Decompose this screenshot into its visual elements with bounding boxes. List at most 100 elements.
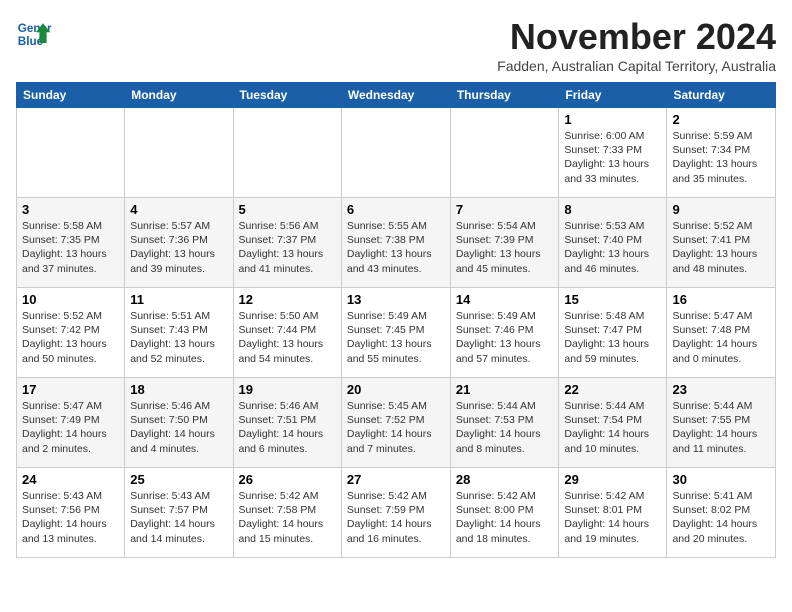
calendar-cell: 28 Sunrise: 5:42 AM Sunset: 8:00 PM Dayli… [450, 468, 559, 558]
calendar-cell: 4Sunrise: 5:57 AM Sunset: 7:36 PM Daylig… [125, 198, 233, 288]
calendar-cell: 9Sunrise: 5:52 AM Sunset: 7:41 PM Daylig… [667, 198, 776, 288]
day-number: 4 [130, 202, 227, 217]
day-info: Sunrise: 5:50 AM Sunset: 7:44 PM Dayligh… [239, 309, 336, 366]
calendar-cell: 18 Sunrise: 5:46 AM Sunset: 7:50 PM Dayli… [125, 378, 233, 468]
day-info: Sunrise: 5:47 AM Sunset: 7:49 PM Dayligh… [22, 399, 119, 456]
day-info: Sunrise: 5:42 AM Sunset: 7:58 PM Dayligh… [239, 489, 336, 546]
calendar-cell: 29 Sunrise: 5:42 AM Sunset: 8:01 PM Dayli… [559, 468, 667, 558]
day-info: Sunrise: 5:42 AM Sunset: 8:01 PM Dayligh… [564, 489, 661, 546]
column-header-wednesday: Wednesday [341, 83, 450, 108]
day-number: 30 [672, 472, 770, 487]
calendar-cell: 7Sunrise: 5:54 AM Sunset: 7:39 PM Daylig… [450, 198, 559, 288]
day-number: 24 [22, 472, 119, 487]
calendar-cell: 3 Sunrise: 5:58 AM Sunset: 7:35 PM Daylig… [17, 198, 125, 288]
day-info: Sunrise: 5:55 AM Sunset: 7:38 PM Dayligh… [347, 219, 445, 276]
day-info: Sunrise: 5:49 AM Sunset: 7:46 PM Dayligh… [456, 309, 554, 366]
day-number: 28 [456, 472, 554, 487]
day-info: Sunrise: 5:48 AM Sunset: 7:47 PM Dayligh… [564, 309, 661, 366]
day-number: 16 [672, 292, 770, 307]
day-info: Sunrise: 5:52 AM Sunset: 7:42 PM Dayligh… [22, 309, 119, 366]
day-info: Sunrise: 5:46 AM Sunset: 7:50 PM Dayligh… [130, 399, 227, 456]
calendar-cell [125, 108, 233, 198]
calendar-cell: 1 Sunrise: 6:00 AM Sunset: 7:33 PM Daylig… [559, 108, 667, 198]
day-number: 11 [130, 292, 227, 307]
day-number: 3 [22, 202, 119, 217]
day-number: 17 [22, 382, 119, 397]
day-info: Sunrise: 5:56 AM Sunset: 7:37 PM Dayligh… [239, 219, 336, 276]
day-info: Sunrise: 5:53 AM Sunset: 7:40 PM Dayligh… [564, 219, 661, 276]
title-block: November 2024 Fadden, Australian Capital… [497, 16, 776, 74]
calendar-cell [17, 108, 125, 198]
calendar-cell: 14 Sunrise: 5:49 AM Sunset: 7:46 PM Dayli… [450, 288, 559, 378]
calendar-week-4: 17 Sunrise: 5:47 AM Sunset: 7:49 PM Dayli… [17, 378, 776, 468]
day-number: 5 [239, 202, 336, 217]
calendar-cell: 19Sunrise: 5:46 AM Sunset: 7:51 PM Dayli… [233, 378, 341, 468]
column-header-tuesday: Tuesday [233, 83, 341, 108]
day-info: Sunrise: 5:42 AM Sunset: 8:00 PM Dayligh… [456, 489, 554, 546]
calendar-cell: 13 Sunrise: 5:49 AM Sunset: 7:45 PM Dayli… [341, 288, 450, 378]
day-info: Sunrise: 5:49 AM Sunset: 7:45 PM Dayligh… [347, 309, 445, 366]
day-info: Sunrise: 5:47 AM Sunset: 7:48 PM Dayligh… [672, 309, 770, 366]
calendar-cell: 5 Sunrise: 5:56 AM Sunset: 7:37 PM Daylig… [233, 198, 341, 288]
calendar-table: SundayMondayTuesdayWednesdayThursdayFrid… [16, 82, 776, 558]
page-header: General Blue November 2024 Fadden, Austr… [16, 16, 776, 74]
calendar-cell: 26 Sunrise: 5:42 AM Sunset: 7:58 PM Dayli… [233, 468, 341, 558]
day-number: 2 [672, 112, 770, 127]
day-number: 18 [130, 382, 227, 397]
day-number: 12 [239, 292, 336, 307]
day-info: Sunrise: 5:44 AM Sunset: 7:54 PM Dayligh… [564, 399, 661, 456]
day-number: 15 [564, 292, 661, 307]
day-info: Sunrise: 5:44 AM Sunset: 7:55 PM Dayligh… [672, 399, 770, 456]
column-header-friday: Friday [559, 83, 667, 108]
calendar-cell [341, 108, 450, 198]
day-info: Sunrise: 5:44 AM Sunset: 7:53 PM Dayligh… [456, 399, 554, 456]
day-info: Sunrise: 5:54 AM Sunset: 7:39 PM Dayligh… [456, 219, 554, 276]
calendar-cell: 8 Sunrise: 5:53 AM Sunset: 7:40 PM Daylig… [559, 198, 667, 288]
calendar-header-row: SundayMondayTuesdayWednesdayThursdayFrid… [17, 83, 776, 108]
day-info: Sunrise: 5:58 AM Sunset: 7:35 PM Dayligh… [22, 219, 119, 276]
day-info: Sunrise: 5:52 AM Sunset: 7:41 PM Dayligh… [672, 219, 770, 276]
column-header-monday: Monday [125, 83, 233, 108]
day-number: 23 [672, 382, 770, 397]
day-number: 22 [564, 382, 661, 397]
day-number: 14 [456, 292, 554, 307]
day-info: Sunrise: 5:51 AM Sunset: 7:43 PM Dayligh… [130, 309, 227, 366]
day-number: 10 [22, 292, 119, 307]
calendar-cell: 30Sunrise: 5:41 AM Sunset: 8:02 PM Dayli… [667, 468, 776, 558]
day-number: 29 [564, 472, 661, 487]
column-header-saturday: Saturday [667, 83, 776, 108]
column-header-sunday: Sunday [17, 83, 125, 108]
month-title: November 2024 [497, 16, 776, 58]
calendar-cell: 24 Sunrise: 5:43 AM Sunset: 7:56 PM Dayli… [17, 468, 125, 558]
day-number: 27 [347, 472, 445, 487]
calendar-cell: 6 Sunrise: 5:55 AM Sunset: 7:38 PM Daylig… [341, 198, 450, 288]
day-info: Sunrise: 6:00 AM Sunset: 7:33 PM Dayligh… [564, 129, 661, 186]
day-number: 13 [347, 292, 445, 307]
calendar-cell: 11 Sunrise: 5:51 AM Sunset: 7:43 PM Dayli… [125, 288, 233, 378]
calendar-cell: 16 Sunrise: 5:47 AM Sunset: 7:48 PM Dayli… [667, 288, 776, 378]
day-number: 25 [130, 472, 227, 487]
day-number: 8 [564, 202, 661, 217]
day-number: 1 [564, 112, 661, 127]
day-info: Sunrise: 5:59 AM Sunset: 7:34 PM Dayligh… [672, 129, 770, 186]
day-number: 20 [347, 382, 445, 397]
calendar-cell: 20 Sunrise: 5:45 AM Sunset: 7:52 PM Dayli… [341, 378, 450, 468]
day-info: Sunrise: 5:42 AM Sunset: 7:59 PM Dayligh… [347, 489, 445, 546]
column-header-thursday: Thursday [450, 83, 559, 108]
day-info: Sunrise: 5:46 AM Sunset: 7:51 PM Dayligh… [239, 399, 336, 456]
calendar-cell: 27 Sunrise: 5:42 AM Sunset: 7:59 PM Dayli… [341, 468, 450, 558]
day-number: 26 [239, 472, 336, 487]
calendar-cell: 23 Sunrise: 5:44 AM Sunset: 7:55 PM Dayli… [667, 378, 776, 468]
calendar-week-1: 1 Sunrise: 6:00 AM Sunset: 7:33 PM Daylig… [17, 108, 776, 198]
day-number: 21 [456, 382, 554, 397]
calendar-cell: 2 Sunrise: 5:59 AM Sunset: 7:34 PM Daylig… [667, 108, 776, 198]
calendar-cell [233, 108, 341, 198]
calendar-week-5: 24 Sunrise: 5:43 AM Sunset: 7:56 PM Dayli… [17, 468, 776, 558]
day-info: Sunrise: 5:45 AM Sunset: 7:52 PM Dayligh… [347, 399, 445, 456]
calendar-cell: 25Sunrise: 5:43 AM Sunset: 7:57 PM Dayli… [125, 468, 233, 558]
calendar-cell: 22 Sunrise: 5:44 AM Sunset: 7:54 PM Dayli… [559, 378, 667, 468]
calendar-cell: 17 Sunrise: 5:47 AM Sunset: 7:49 PM Dayli… [17, 378, 125, 468]
location-subtitle: Fadden, Australian Capital Territory, Au… [497, 58, 776, 74]
day-number: 6 [347, 202, 445, 217]
day-info: Sunrise: 5:43 AM Sunset: 7:56 PM Dayligh… [22, 489, 119, 546]
